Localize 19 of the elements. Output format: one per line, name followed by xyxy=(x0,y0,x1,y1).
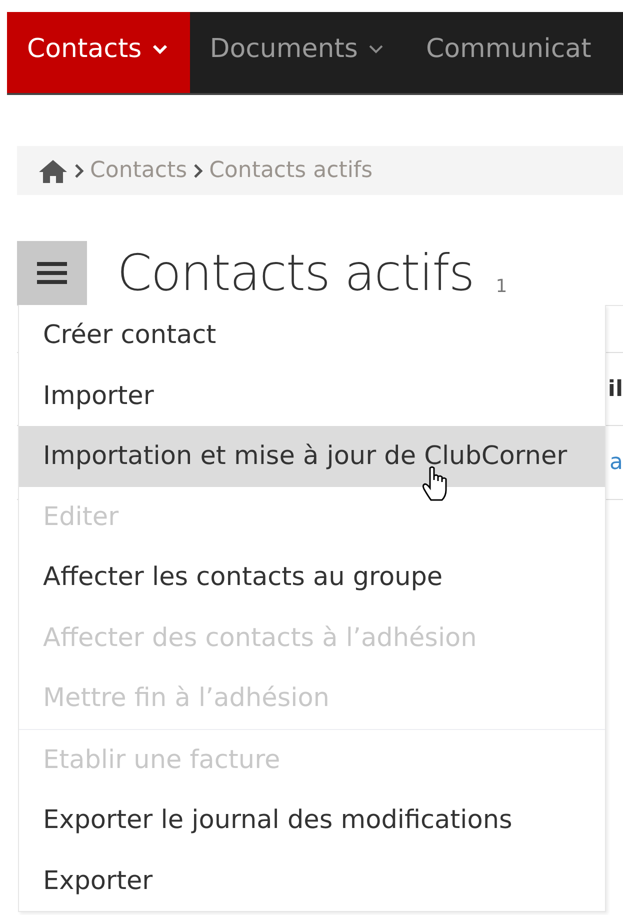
menu-icon xyxy=(36,260,68,286)
menu-item[interactable]: Affecter les contacts au groupe xyxy=(19,547,605,608)
menu-button[interactable] xyxy=(17,241,87,305)
page-title: Contacts actifs xyxy=(117,243,474,304)
home-icon[interactable] xyxy=(38,158,68,184)
chevron-down-icon xyxy=(152,44,168,54)
menu-item[interactable]: Exporter le journal des modifications xyxy=(19,790,605,850)
result-count: 1 xyxy=(496,276,508,297)
chevron-down-icon xyxy=(368,44,384,54)
table-cell[interactable]: a xyxy=(610,450,623,475)
nav-tab[interactable]: Contacts xyxy=(7,12,190,93)
chevron-right-icon xyxy=(74,162,84,178)
nav-tab[interactable]: Communicat xyxy=(406,12,614,93)
chevron-right-icon xyxy=(193,162,204,178)
nav-tab[interactable]: Documents xyxy=(190,12,406,93)
menu-item[interactable]: Créer contact xyxy=(19,305,605,366)
menu-item[interactable]: Importer xyxy=(19,366,605,426)
menu-item[interactable]: Exporter xyxy=(19,850,605,911)
column-header: il xyxy=(608,376,623,402)
